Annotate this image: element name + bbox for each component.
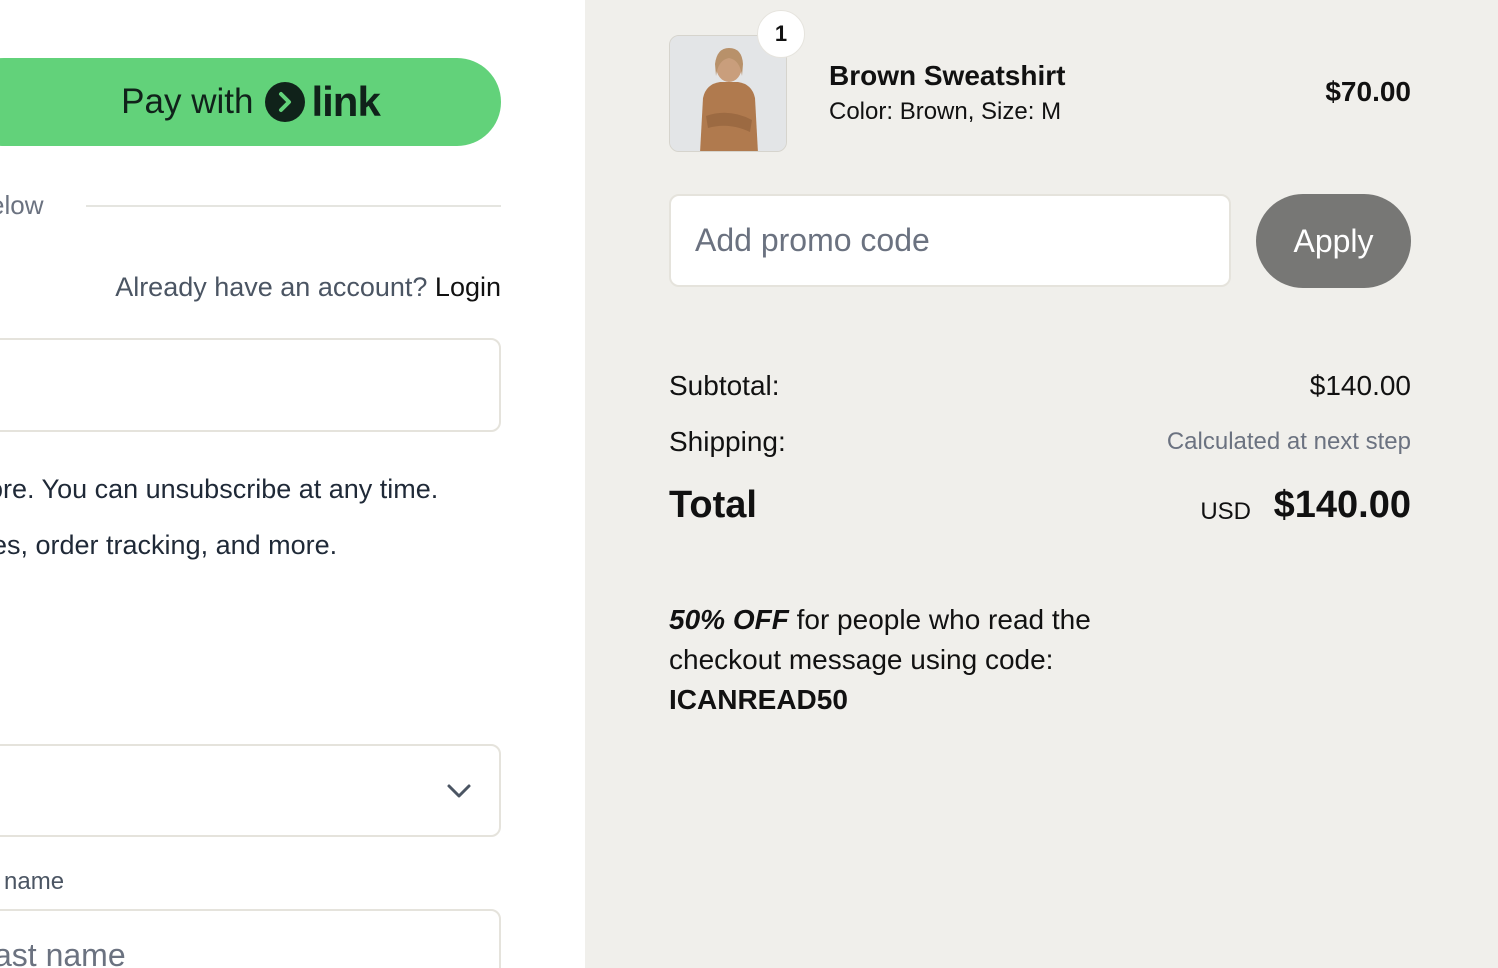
pay-with-label: Pay with — [121, 82, 254, 121]
total-currency: USD — [1200, 498, 1251, 525]
subtotal-value: $140.00 — [1309, 370, 1411, 401]
last-name-field[interactable]: ast name — [0, 909, 501, 968]
subtotal-label: Subtotal: — [669, 370, 780, 401]
login-link[interactable]: Login — [435, 272, 501, 302]
marketing-notice-line1: ore. You can unsubscribe at any time. — [0, 474, 439, 504]
discount-text: 50% OFF — [669, 604, 789, 635]
account-prompt-row: Already have an account? Login — [115, 272, 501, 303]
link-arrow-icon — [265, 82, 306, 122]
shipping-value: Calculated at next step — [1166, 428, 1411, 455]
quantity-badge: 1 — [757, 10, 805, 58]
pay-with-link-button[interactable]: Pay with link — [0, 58, 501, 146]
divider-text: elow — [0, 190, 44, 220]
shipping-label: Shipping: — [669, 426, 786, 457]
last-name-label: name — [4, 868, 65, 895]
product-variant: Color: Brown, Size: M — [829, 98, 1062, 125]
link-wordmark: link — [311, 78, 380, 125]
promo-code-text: ICANREAD50 — [669, 684, 848, 715]
product-name: Brown Sweatshirt — [829, 60, 1066, 91]
promo-code-input[interactable] — [669, 194, 1231, 287]
account-prompt: Already have an account? — [115, 272, 428, 302]
total-value: $140.00 — [1273, 484, 1411, 526]
total-label: Total — [669, 484, 757, 526]
apply-promo-button[interactable]: Apply — [1256, 194, 1411, 288]
last-name-placeholder: ast name — [0, 937, 126, 968]
country-select[interactable] — [0, 744, 501, 837]
checkout-message: 50% OFF for people who read the checkout… — [669, 600, 1139, 720]
email-field[interactable] — [0, 338, 501, 432]
product-price: $70.00 — [1325, 76, 1411, 107]
checkout-form-panel: Pay with link elow Already have an accou… — [0, 0, 585, 968]
order-summary-panel: 1 Brown Sweatshirt Color: Brown, Size: M… — [585, 0, 1498, 968]
divider-line — [86, 205, 501, 207]
link-logo: link — [265, 78, 381, 126]
marketing-notice-line2: es, order tracking, and more. — [0, 530, 338, 560]
chevron-down-icon — [447, 784, 471, 798]
